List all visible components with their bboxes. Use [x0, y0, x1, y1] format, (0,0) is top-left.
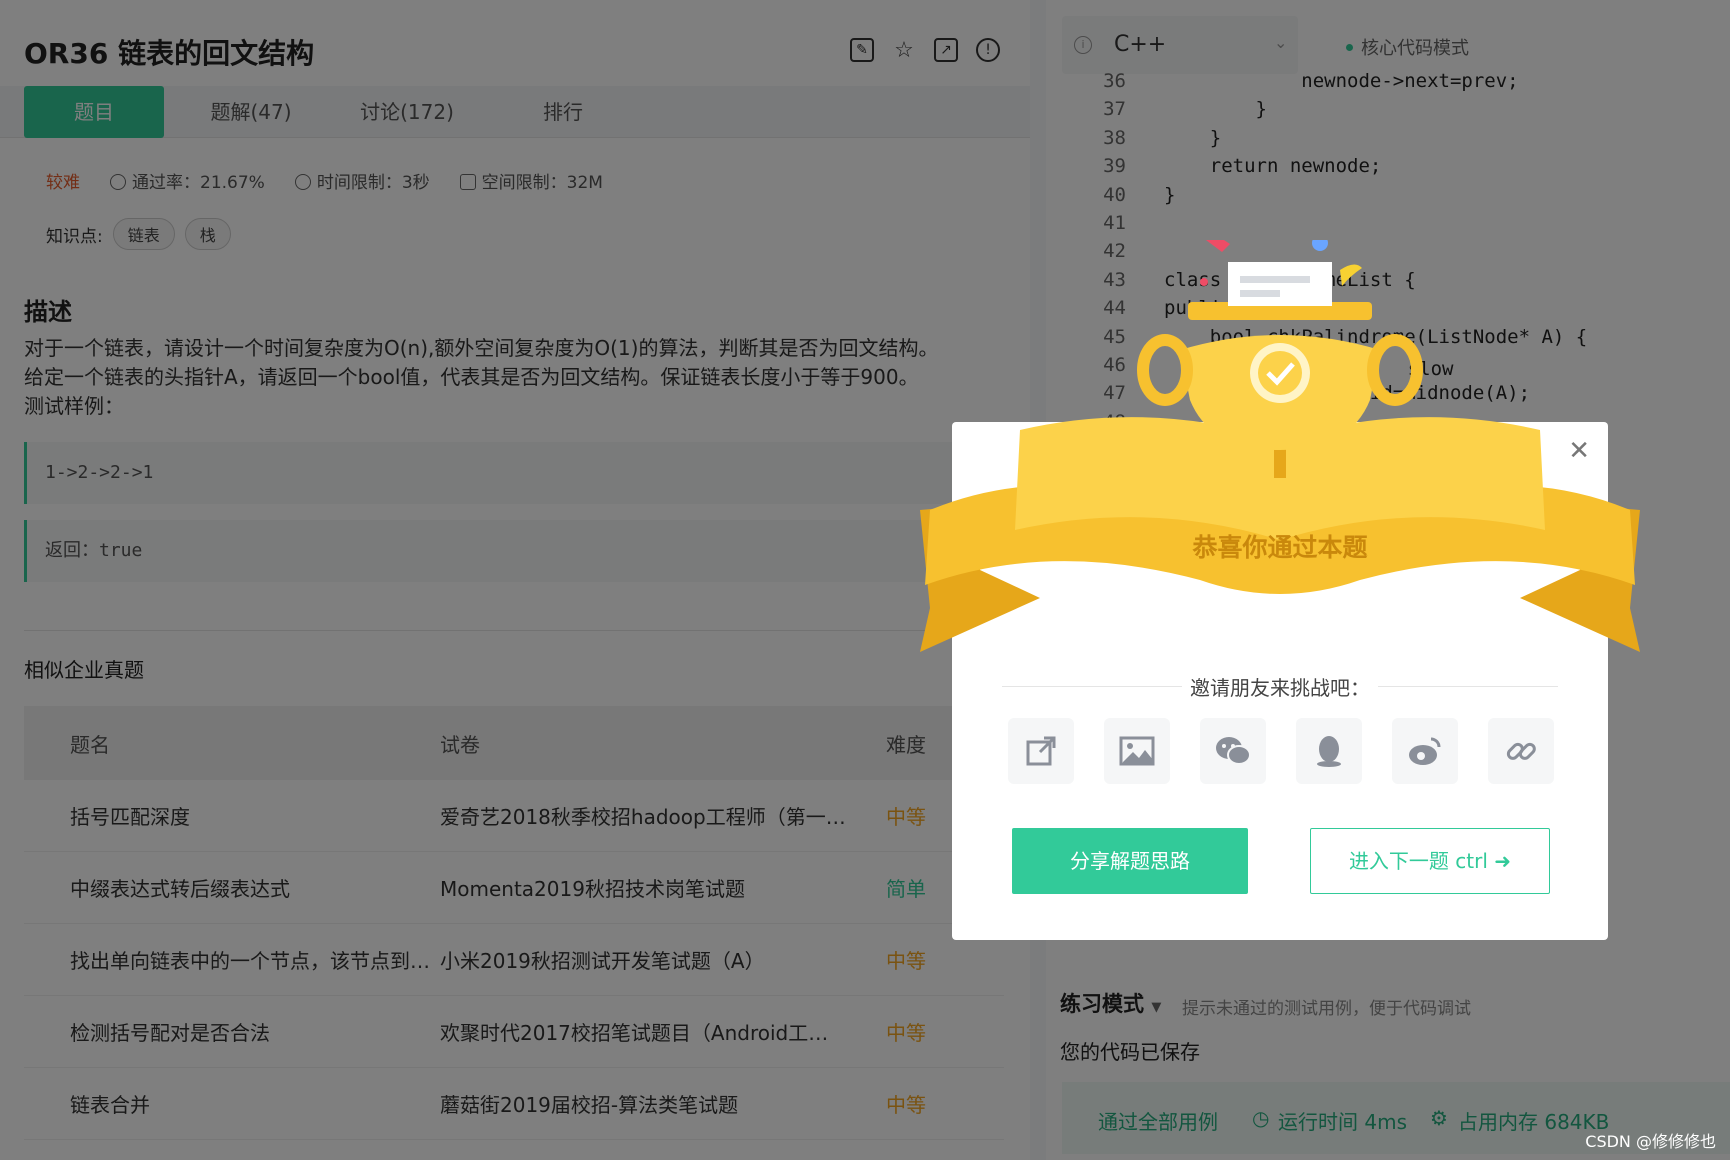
trophy-icon — [920, 240, 1640, 652]
image-icon[interactable] — [1104, 718, 1170, 784]
share-solution-button[interactable]: 分享解题思路 — [1012, 828, 1248, 894]
watermark: CSDN @修修修也 — [1585, 1132, 1716, 1151]
next-problem-label: 进入下一题 ctrl — [1348, 849, 1488, 873]
link-icon[interactable] — [1488, 718, 1554, 784]
weibo-icon[interactable] — [1392, 718, 1458, 784]
next-problem-button[interactable]: 进入下一题 ctrl ➜ — [1310, 828, 1550, 894]
wechat-icon[interactable] — [1200, 718, 1266, 784]
share-icons — [1008, 718, 1554, 784]
share-out-icon[interactable] — [1008, 718, 1074, 784]
congrats-banner: 恭喜你通过本题 — [1192, 533, 1368, 562]
arrow-right-icon: ➜ — [1494, 849, 1512, 873]
qq-icon[interactable] — [1296, 718, 1362, 784]
